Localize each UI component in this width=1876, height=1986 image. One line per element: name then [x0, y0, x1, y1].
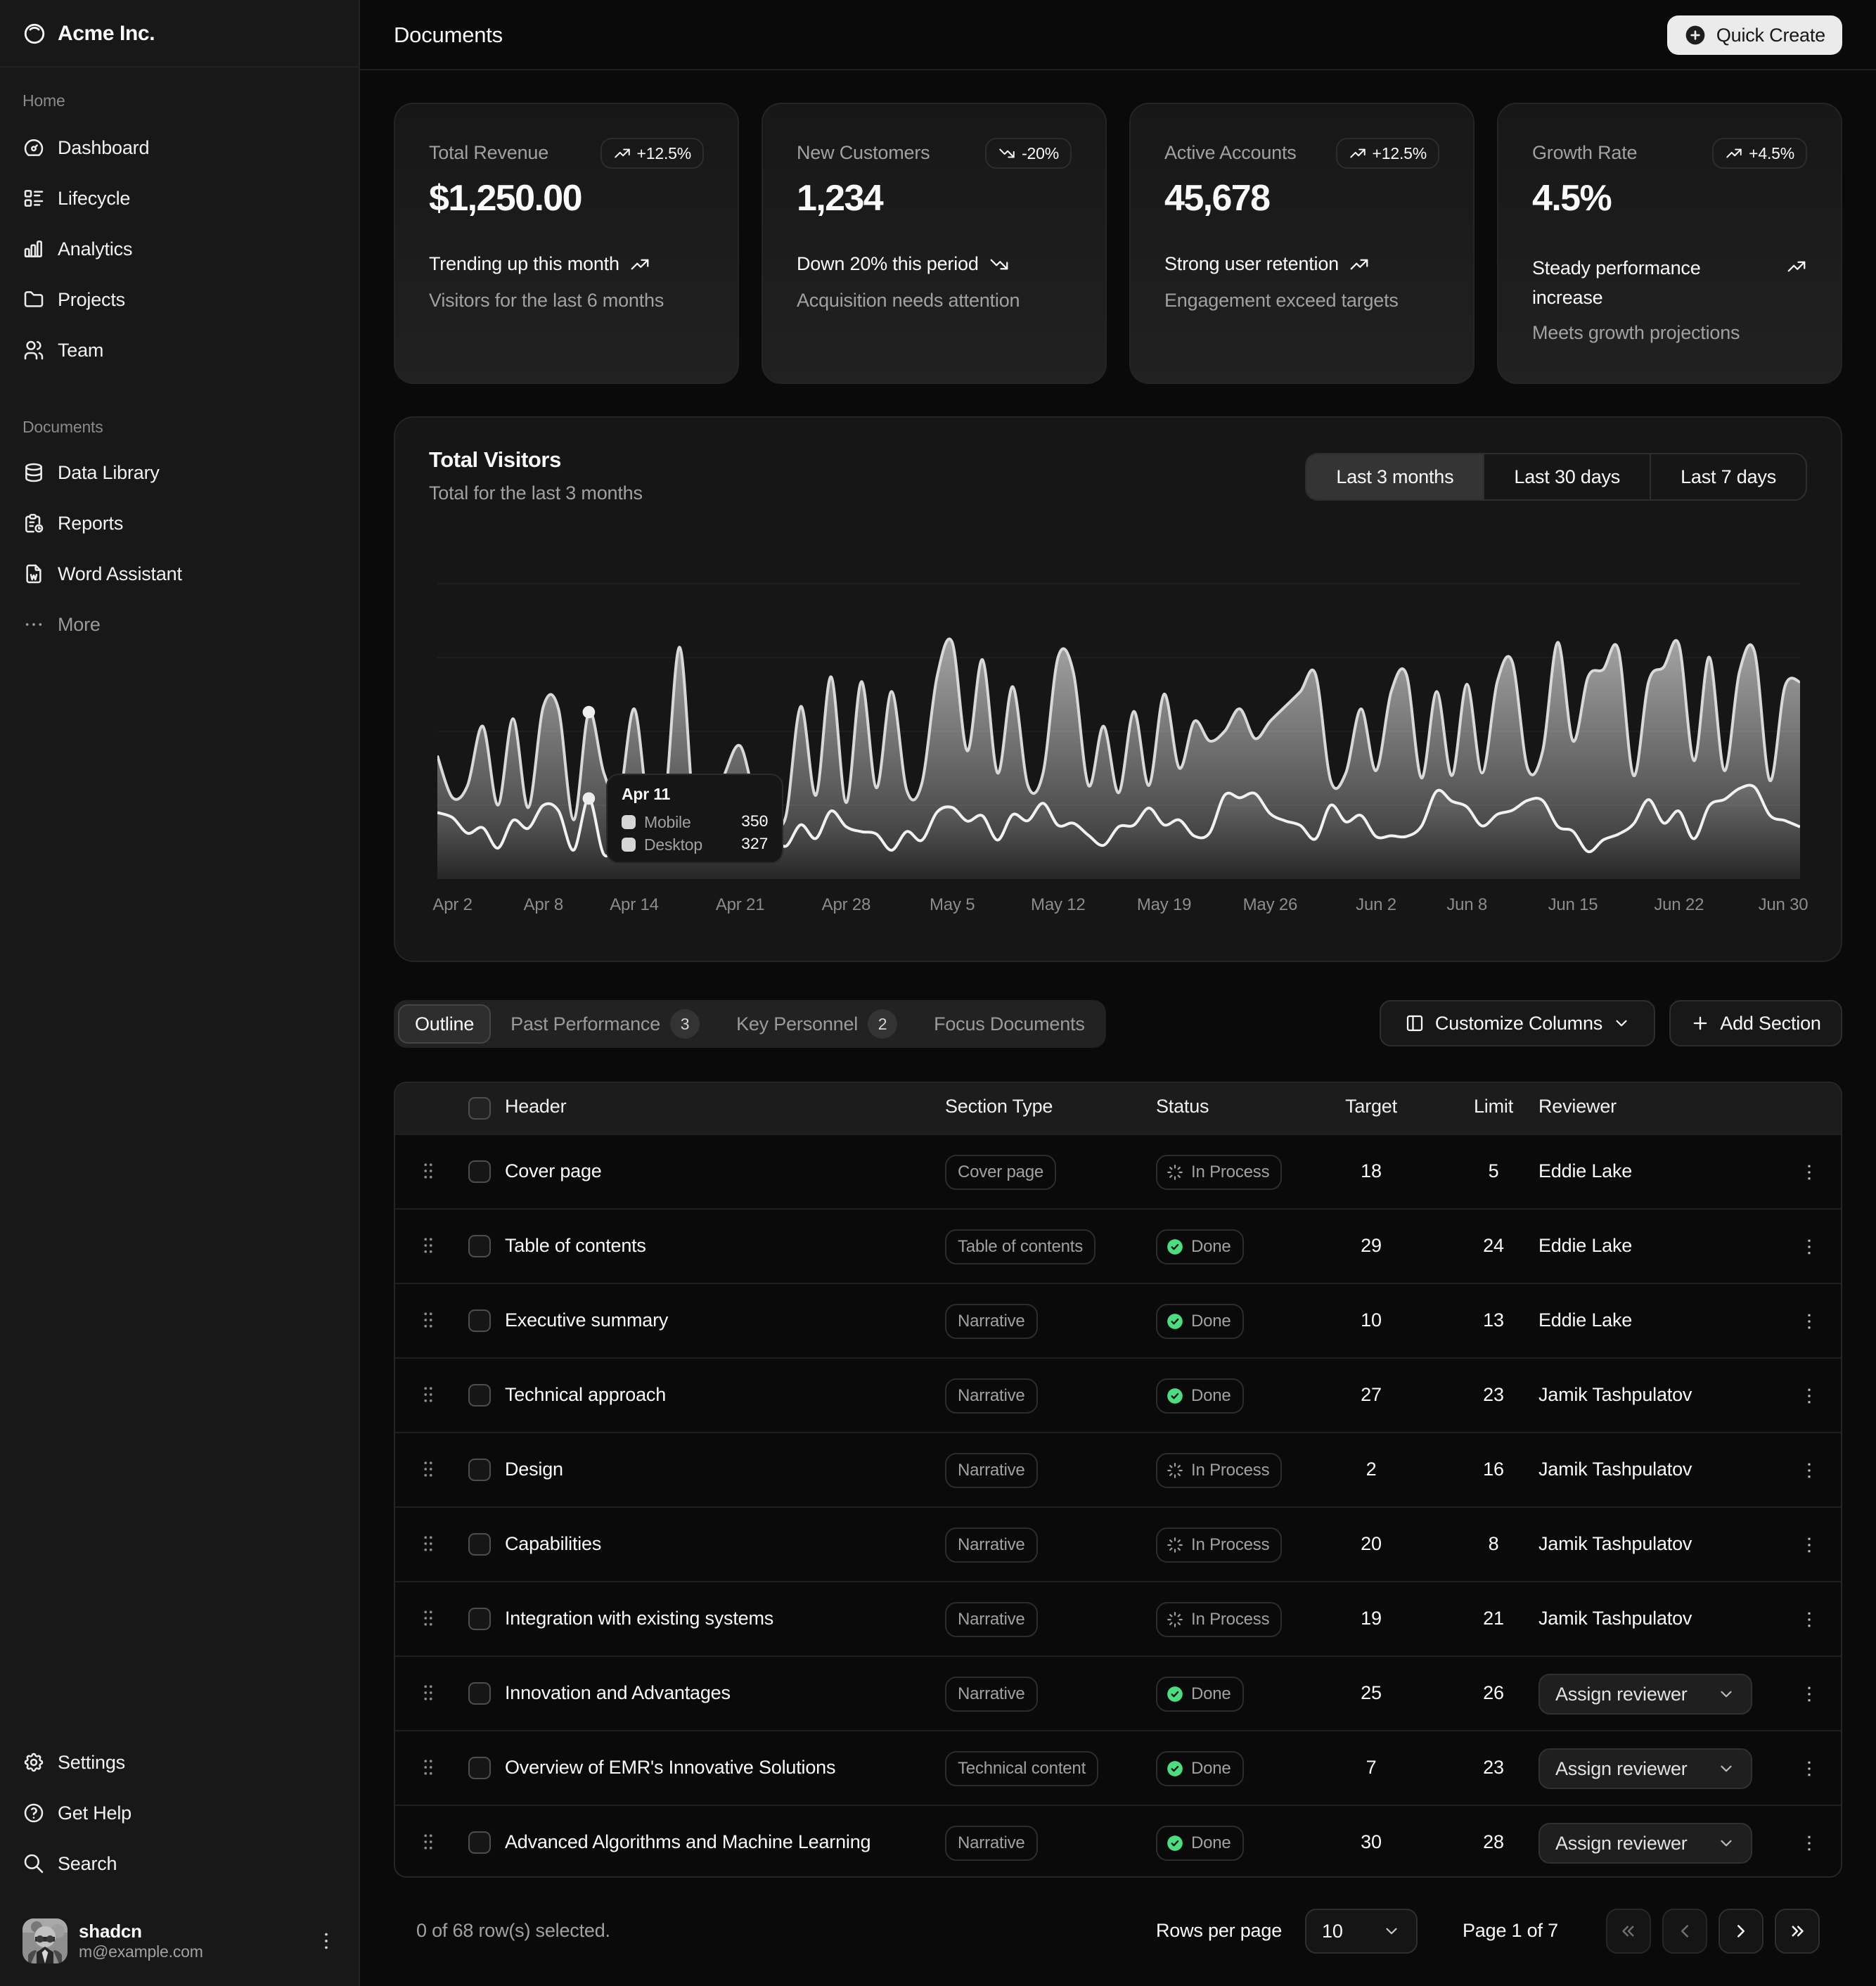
svg-text:Apr 28: Apr 28: [822, 895, 871, 914]
svg-text:Apr 8: Apr 8: [524, 895, 563, 914]
svg-text:Jun 30: Jun 30: [1759, 895, 1808, 914]
svg-text:May 12: May 12: [1031, 895, 1086, 914]
svg-text:May 5: May 5: [930, 895, 975, 914]
svg-text:Jun 8: Jun 8: [1446, 895, 1487, 914]
svg-text:Jun 15: Jun 15: [1548, 895, 1598, 914]
svg-text:Jun 22: Jun 22: [1654, 895, 1704, 914]
svg-text:May 26: May 26: [1243, 895, 1298, 914]
svg-text:May 19: May 19: [1137, 895, 1192, 914]
svg-text:Jun 2: Jun 2: [1356, 895, 1396, 914]
svg-text:Apr 2: Apr 2: [432, 895, 472, 914]
svg-text:Apr 14: Apr 14: [610, 895, 659, 914]
svg-text:Apr 21: Apr 21: [716, 895, 765, 914]
